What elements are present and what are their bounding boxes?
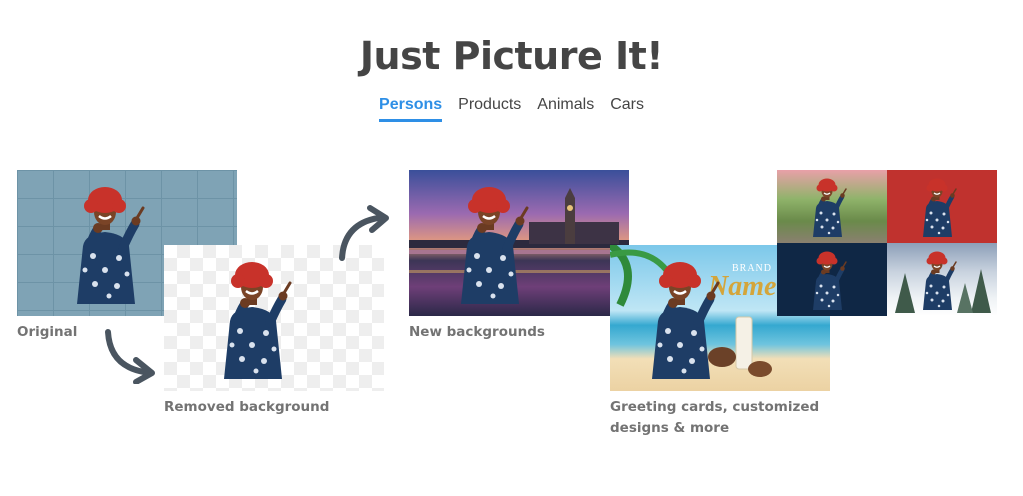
caption-greeting-line1: Greeting cards, customized: [610, 399, 820, 415]
person-figure: [640, 261, 730, 391]
tab-cars[interactable]: Cars: [610, 96, 644, 122]
caption-new-backgrounds: New backgrounds: [409, 324, 545, 340]
caption-removed-background: Removed background: [164, 399, 330, 415]
category-tabs: Persons Products Animals Cars: [0, 96, 1023, 122]
person-figure: [917, 251, 962, 316]
grid-image-red: [887, 170, 997, 243]
grid-image-snow: [887, 243, 997, 316]
person-figure: [212, 261, 302, 391]
page-title: Just Picture It!: [359, 34, 664, 78]
removed-background-image: [164, 245, 384, 391]
caption-greeting-cards: Greeting cards, customized designs & mor…: [610, 397, 819, 439]
person-figure: [449, 186, 539, 316]
tab-persons[interactable]: Persons: [379, 96, 443, 122]
person-figure: [807, 251, 852, 316]
caption-greeting-line2: designs & more: [610, 420, 730, 436]
grid-image-street: [777, 170, 887, 243]
person-figure: [65, 186, 155, 316]
tab-animals[interactable]: Animals: [537, 96, 594, 122]
curved-arrow-up-icon: [339, 205, 389, 261]
tab-products[interactable]: Products: [458, 96, 521, 122]
person-figure: [807, 178, 852, 243]
grid-image-navy: [777, 243, 887, 316]
caption-original: Original: [17, 324, 78, 340]
new-background-image: [409, 170, 629, 316]
curved-arrow-down-icon: [105, 329, 155, 384]
person-figure: [917, 178, 962, 243]
